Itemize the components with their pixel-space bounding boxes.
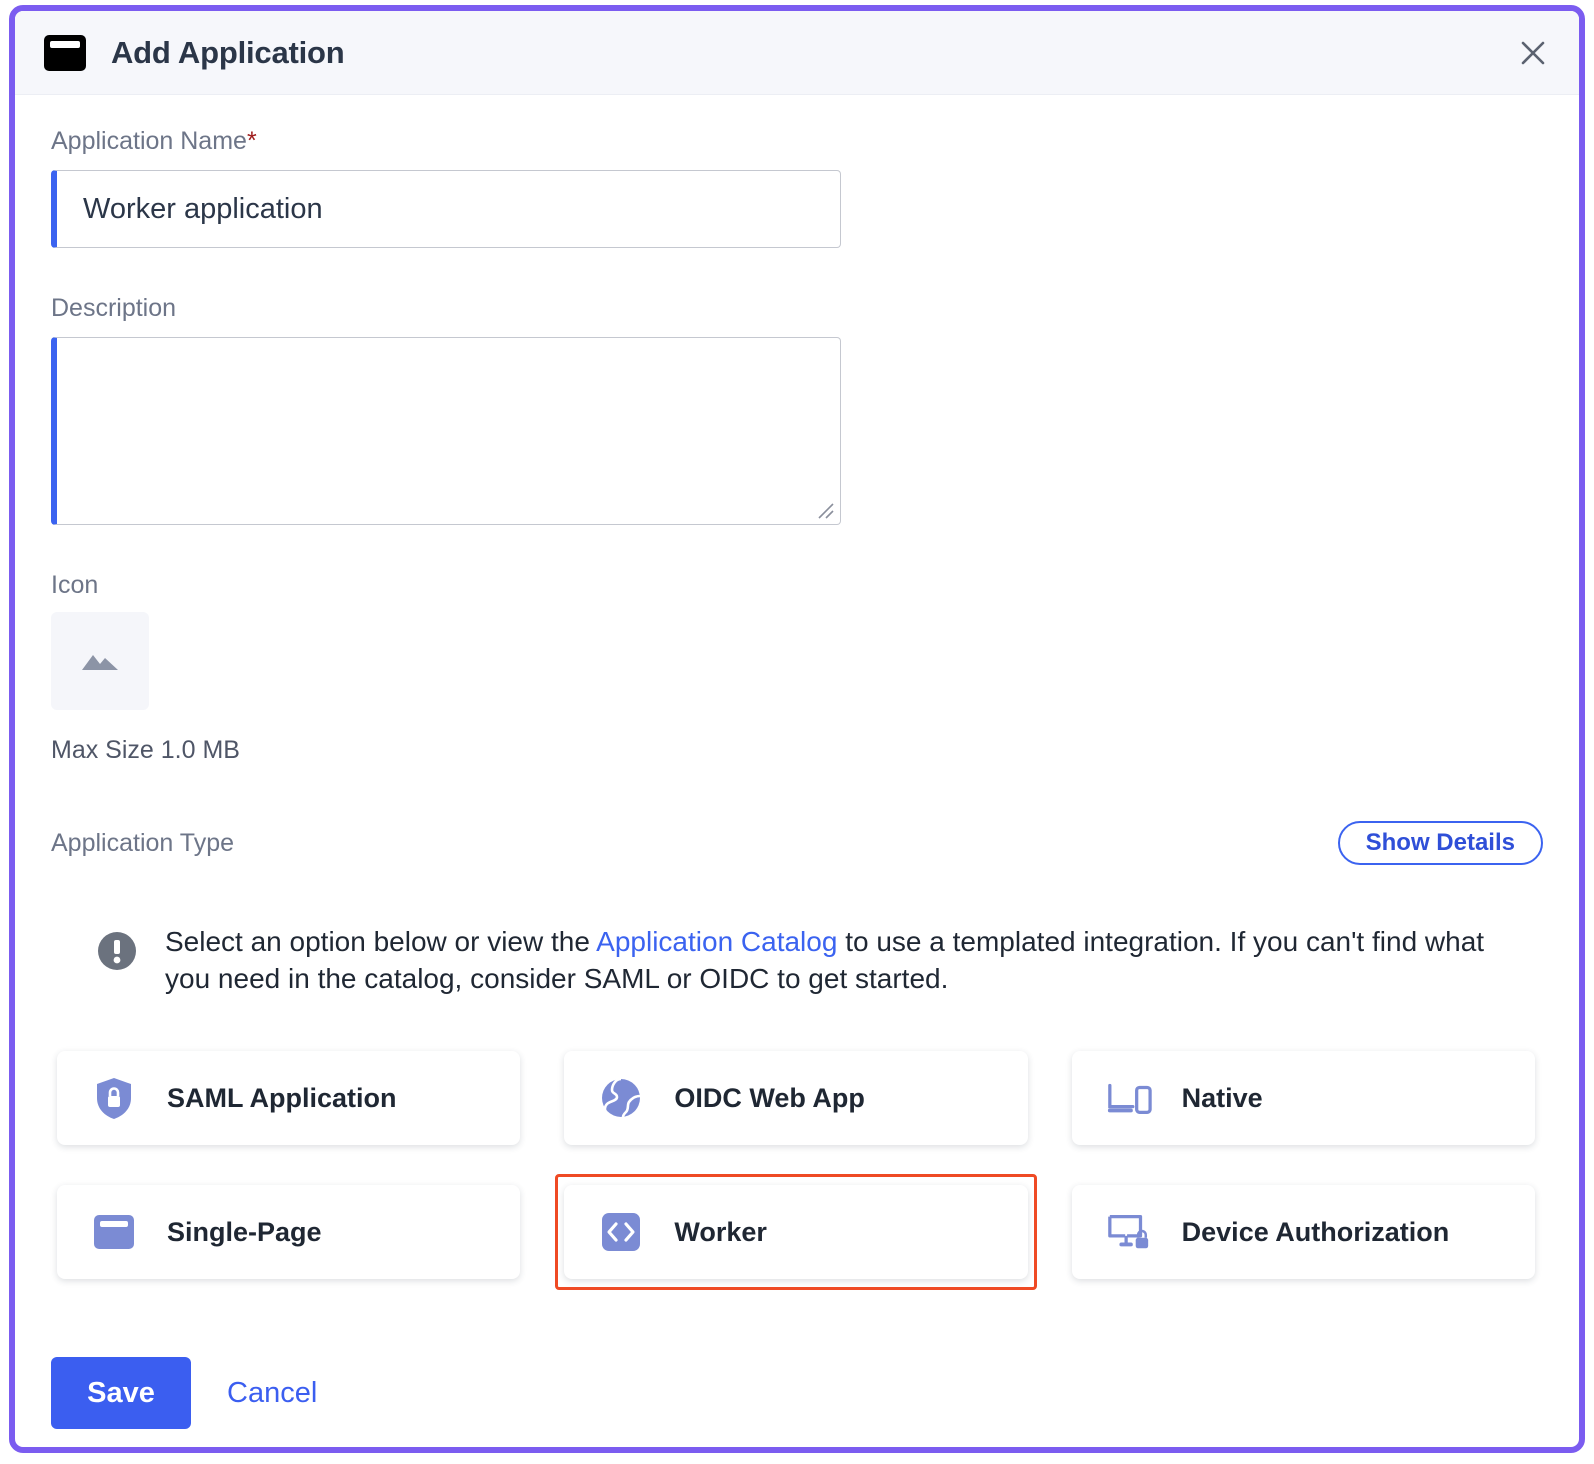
monitor-lock-icon [1106,1209,1152,1255]
option-label: Single-Page [167,1217,322,1248]
icon-upload-dropzone[interactable] [51,612,149,710]
option-card-oidc-web-app[interactable]: OIDC Web App [564,1051,1027,1145]
option-label: Native [1182,1083,1263,1114]
page-title: Add Application [111,35,345,71]
cancel-button[interactable]: Cancel [227,1377,317,1410]
application-type-label: Application Type [51,829,234,858]
add-application-dialog: Add Application Application Name* Worker… [9,5,1585,1453]
application-type-options: SAML Application OIDC Web App [51,1051,1543,1279]
info-banner: Select an option below or view the Appli… [51,923,1543,997]
option-card-device-authorization[interactable]: Device Authorization [1072,1185,1535,1279]
max-size-text: Max Size 1.0 MB [51,736,1543,765]
code-brackets-icon [598,1209,644,1255]
application-type-row: Application Type Show Details [51,821,1543,865]
resize-handle[interactable] [816,501,836,521]
required-asterisk: * [247,127,257,155]
icon-label: Icon [51,571,1543,600]
option-card-saml-application[interactable]: SAML Application [57,1051,520,1145]
application-name-field-group: Application Name* Worker application [51,127,1543,248]
show-details-button[interactable]: Show Details [1338,821,1543,865]
close-icon[interactable] [1513,33,1553,73]
option-label: SAML Application [167,1083,397,1114]
application-catalog-link[interactable]: Application Catalog [596,926,837,957]
laptop-phone-icon [1106,1075,1152,1121]
info-exclamation-icon [97,931,137,971]
shield-lock-icon [91,1075,137,1121]
image-placeholder-icon [78,642,122,681]
application-name-label: Application Name* [51,127,1543,156]
application-name-value: Worker application [83,193,323,226]
dialog-body: Application Name* Worker application Des… [15,95,1579,1279]
application-name-label-text: Application Name [51,127,247,155]
window-panel-icon [43,33,87,73]
option-card-single-page[interactable]: Single-Page [57,1185,520,1279]
description-textarea[interactable] [51,337,841,525]
option-label: Worker [674,1217,767,1248]
option-label: Device Authorization [1182,1217,1450,1248]
info-text-before-link: Select an option below or view the [165,926,596,957]
option-card-native[interactable]: Native [1072,1051,1535,1145]
dialog-header: Add Application [15,11,1579,95]
option-label: OIDC Web App [674,1083,865,1114]
save-button[interactable]: Save [51,1357,191,1429]
description-field-group: Description [51,294,1543,525]
icon-field-group: Icon Max Size 1.0 MB [51,571,1543,765]
browser-window-icon [91,1209,137,1255]
info-banner-text: Select an option below or view the Appli… [165,923,1485,997]
option-card-worker[interactable]: Worker [564,1185,1027,1279]
dialog-footer: Save Cancel [15,1357,1579,1429]
description-label: Description [51,294,1543,323]
globe-icon [598,1075,644,1121]
application-name-input[interactable]: Worker application [51,170,841,248]
